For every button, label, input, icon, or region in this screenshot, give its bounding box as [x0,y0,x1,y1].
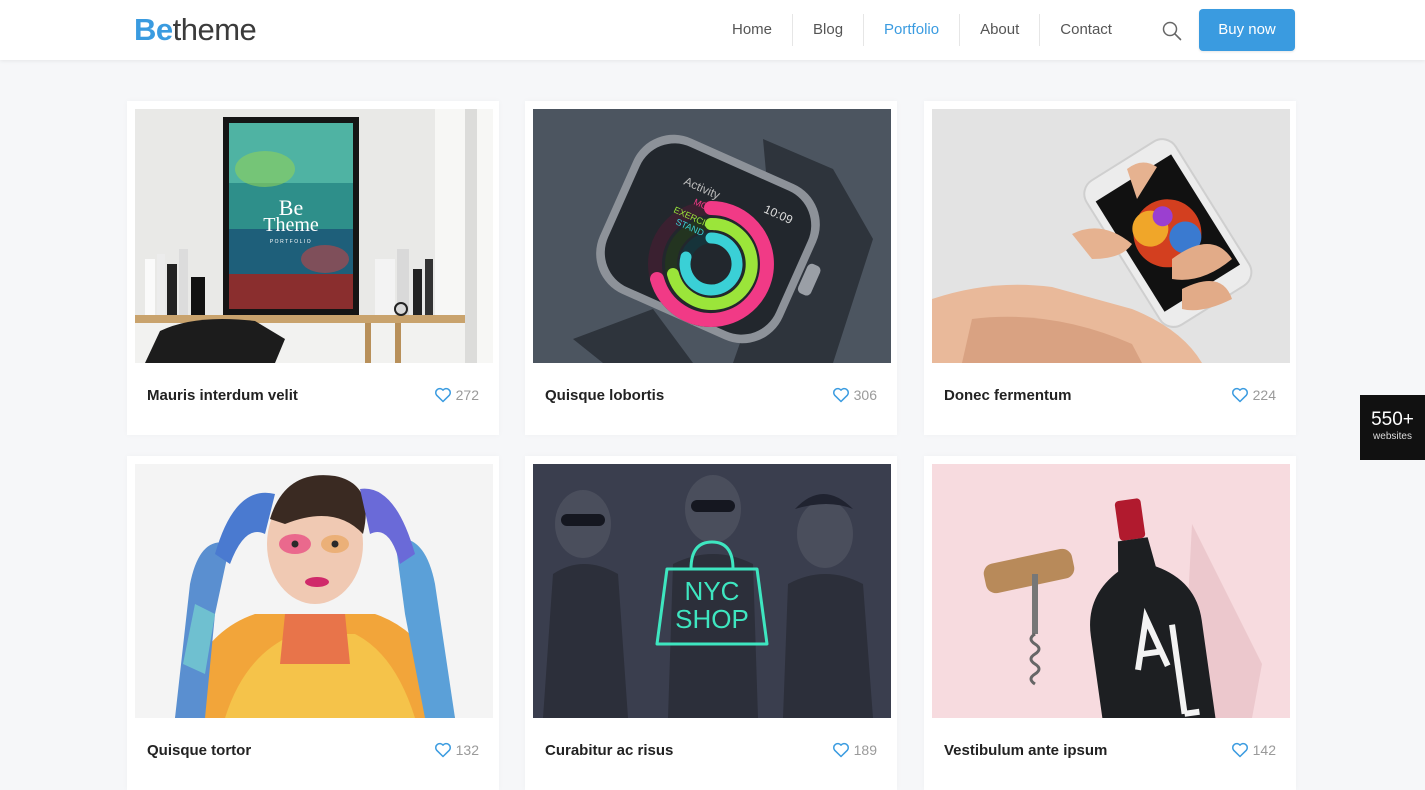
portfolio-item-title[interactable]: Quisque lobortis [545,387,664,404]
like-button[interactable]: 189 [832,742,877,758]
portfolio-item-title[interactable]: Donec fermentum [944,387,1072,404]
nav-blog[interactable]: Blog [793,14,865,46]
portfolio-item: Vestibulum ante ipsum 142 [924,456,1296,790]
portfolio-item-title[interactable]: Vestibulum ante ipsum [944,742,1107,759]
like-count: 189 [853,742,877,758]
like-count: 272 [455,387,479,403]
like-button[interactable]: 132 [434,742,479,758]
heart-icon [434,387,451,403]
portfolio-image-poster[interactable]: Be Theme PORTFOLIO [135,109,493,363]
portfolio-image-watch[interactable]: Activity 10:09 MOVE EXERCISE STAND [533,109,891,363]
portfolio-item: Be Theme PORTFOLIO Mauris interdum velit… [127,101,499,435]
logo-theme-text: theme [172,12,257,47]
portfolio-image-phone[interactable] [932,109,1290,363]
portfolio-item: Quisque tortor 132 [127,456,499,790]
like-count: 306 [853,387,877,403]
heart-icon [434,742,451,758]
search-icon[interactable] [1161,20,1183,42]
like-button[interactable]: 306 [832,387,877,403]
like-button[interactable]: 272 [434,387,479,403]
like-button[interactable]: 224 [1231,387,1276,403]
portfolio-item-title[interactable]: Curabitur ac risus [545,742,673,759]
like-count: 142 [1252,742,1276,758]
portfolio-item: NYC SHOP Curabitur ac risus 189 [525,456,897,790]
badge-label: websites [1373,431,1412,442]
heart-icon [1231,387,1248,403]
nav-home[interactable]: Home [712,14,794,46]
heart-icon [832,742,849,758]
nav-about[interactable]: About [960,14,1041,46]
portfolio-image-portrait[interactable] [135,464,493,718]
heart-icon [1231,742,1248,758]
like-button[interactable]: 142 [1231,742,1276,758]
portfolio-image-wine[interactable] [932,464,1290,718]
logo-be-text: Be [134,12,173,47]
buy-now-label: Buy now [1218,21,1276,38]
poster-text-portfolio: PORTFOLIO [270,239,312,245]
portfolio-item: Donec fermentum 224 [924,101,1296,435]
nav-portfolio[interactable]: Portfolio [864,14,961,46]
heart-icon [832,387,849,403]
portfolio-item-title[interactable]: Quisque tortor [147,742,251,759]
shop-text-shop: SHOP [675,604,749,634]
like-count: 224 [1252,387,1276,403]
websites-count-badge[interactable]: 550+ websites [1360,395,1425,460]
like-count: 132 [455,742,479,758]
portfolio-item: Activity 10:09 MOVE EXERCISE STAND Quisq… [525,101,897,435]
nav-contact[interactable]: Contact [1040,14,1132,46]
shop-text-nyc: NYC [685,576,740,606]
site-header: Betheme Home Blog Portfolio About Contac… [0,0,1425,60]
portfolio-item-title[interactable]: Mauris interdum velit [147,387,298,404]
buy-now-button[interactable]: Buy now [1199,9,1295,51]
poster-text-theme: Theme [263,214,319,236]
badge-number: 550+ [1371,409,1414,430]
site-logo[interactable]: Betheme [134,11,257,49]
portfolio-image-nyc-shop[interactable]: NYC SHOP [533,464,891,718]
main-nav: Home Blog Portfolio About Contact [712,14,1132,46]
